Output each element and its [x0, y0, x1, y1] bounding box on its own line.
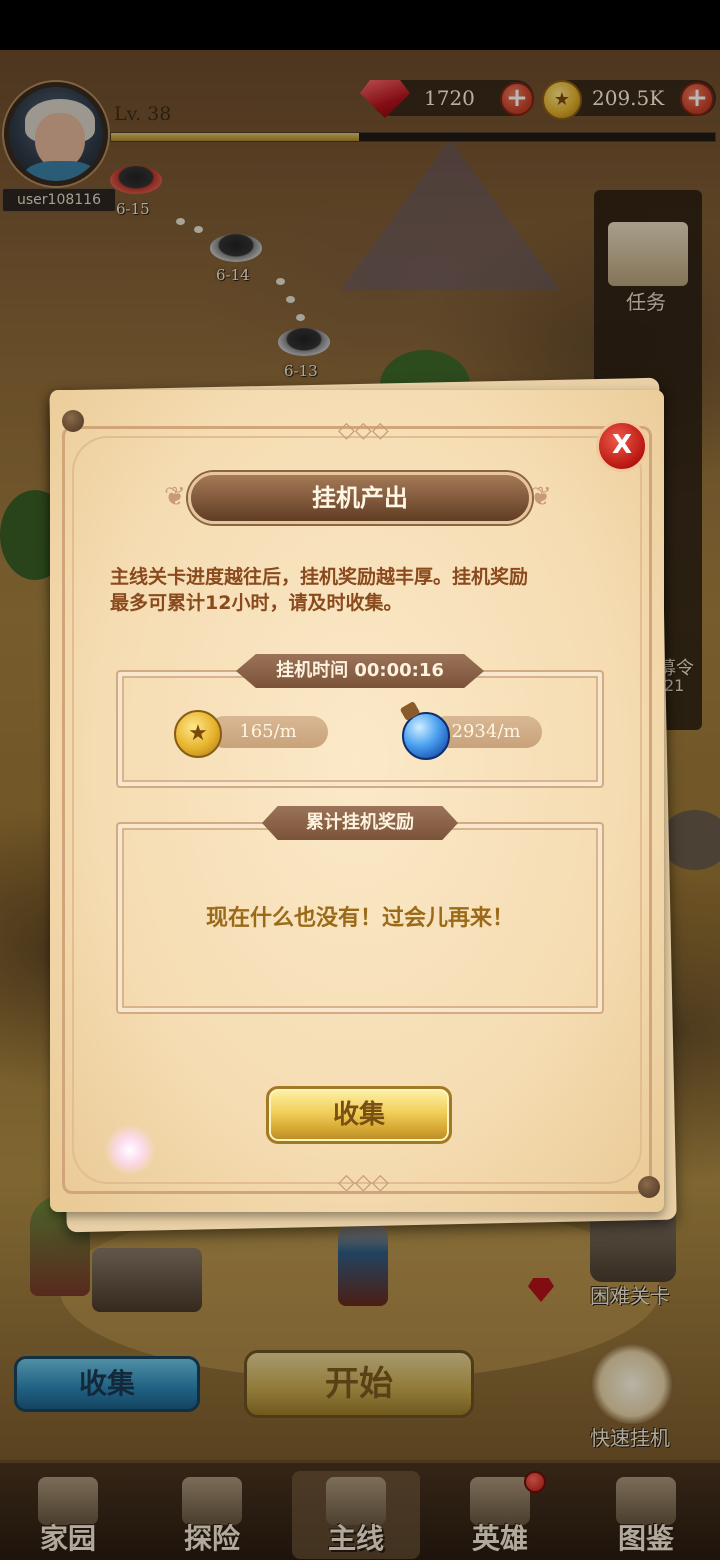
rewards-label: 累计挂机奖励 [262, 806, 458, 840]
collect-button[interactable]: 收集 [266, 1086, 452, 1144]
close-button[interactable]: X [596, 420, 648, 472]
dialog-title: 挂机产出 [188, 472, 532, 524]
scroll-pin [638, 1176, 660, 1198]
title-flourish-left: ❦ [164, 482, 186, 512]
frame-ornament-bottom: ◇◇◇ [338, 1170, 389, 1195]
title-flourish-right: ❦ [530, 482, 552, 512]
idle-time-label: 挂机时间 00:00:16 [236, 654, 484, 688]
empty-rewards-message: 现在什么也没有！过会儿再来！ [205, 906, 514, 931]
gold-coin-icon: ★ [174, 710, 222, 758]
description-line: 最多可累计12小时，请及时收集。 [110, 592, 403, 614]
gold-rate: 165/m [208, 716, 328, 748]
dialog-description: 主线关卡进度越往后，挂机奖励越丰厚。挂机奖励 最多可累计12小时，请及时收集。 [110, 564, 610, 616]
status-bar [0, 0, 720, 50]
scroll-pin [62, 410, 84, 432]
description-line: 主线关卡进度越往后，挂机奖励越丰厚。挂机奖励 [110, 566, 529, 588]
sparkle-effect [104, 1124, 156, 1176]
frame-ornament-top: ◇◇◇ [338, 418, 389, 443]
